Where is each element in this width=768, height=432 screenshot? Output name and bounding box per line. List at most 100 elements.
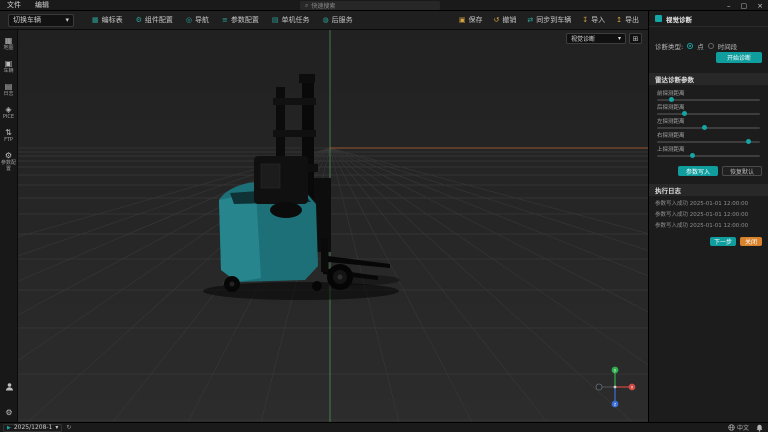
radio-timerange-label: 时间段: [718, 41, 738, 51]
start-diagnosis-button[interactable]: 开始诊断: [716, 52, 762, 63]
search-placeholder: 快速搜索: [311, 1, 335, 10]
log-entry: 参数写入成功 2025-01-01 12:00:00: [655, 199, 765, 207]
tab-cloud-service[interactable]: ◍后服务: [317, 13, 359, 27]
status-bar: ▶ 2025/1208-1 ▾ ↻ 中文: [0, 422, 768, 432]
left-sidebar: ▦地图 ▣车辆 ▤日志 ◈PICE ⇅FTP ⚙参数配置 ⚙: [0, 30, 18, 422]
slider-track[interactable]: [657, 113, 760, 115]
slider-handle[interactable]: [682, 111, 687, 116]
panel-header: 视觉诊断: [649, 11, 768, 27]
user-avatar-button[interactable]: [5, 382, 14, 391]
radio-timerange[interactable]: [708, 43, 714, 49]
close-panel-button[interactable]: 关闭: [740, 237, 762, 246]
slider-handle[interactable]: [690, 153, 695, 158]
refresh-button[interactable]: ↻: [66, 424, 71, 431]
language-label: 中文: [737, 423, 749, 432]
minimize-button[interactable]: –: [727, 2, 731, 10]
slider-right-distance: 右探测距离: [657, 131, 760, 144]
tab-navigation[interactable]: ◎导航: [180, 13, 215, 27]
sidebar-item-ftp[interactable]: ⇅FTP: [0, 128, 18, 144]
gear-icon: ⚙: [5, 408, 12, 417]
slider-track[interactable]: [657, 155, 760, 157]
undo-button[interactable]: ↺撤销: [489, 13, 522, 27]
save-button[interactable]: ▣保存: [454, 13, 488, 27]
sidebar-item-label: 参数配置: [0, 161, 18, 173]
chevron-down-icon: ▾: [618, 35, 621, 42]
slider-track[interactable]: [657, 127, 760, 129]
menu-file[interactable]: 文件: [0, 0, 28, 10]
import-button[interactable]: ↧导入: [577, 13, 610, 27]
log-entry: 参数写入成功 2025-01-01 12:00:00: [655, 210, 765, 218]
log-icon: ▤: [5, 82, 13, 91]
globe-icon: [728, 424, 735, 431]
restore-default-button[interactable]: 恢复默认: [722, 166, 762, 176]
slider-label: 上探测距离: [657, 145, 760, 153]
sidebar-item-params[interactable]: ⚙参数配置: [0, 151, 18, 173]
close-button[interactable]: ×: [757, 2, 763, 10]
sync-icon: ⇄: [527, 16, 533, 24]
slider-track[interactable]: [657, 99, 760, 101]
sidebar-item-pice[interactable]: ◈PICE: [0, 105, 18, 121]
viewport-mode-select[interactable]: 视觉诊断 ▾: [566, 33, 626, 44]
cloud-icon: ◍: [323, 16, 329, 24]
task-icon: ▤: [272, 16, 279, 24]
language-switcher[interactable]: 中文: [728, 423, 749, 432]
list-icon: ≡: [222, 16, 228, 24]
toolbar-actions: ▣保存 ↺撤销 ⇄同步到车辆 ↧导入 ↥导出: [454, 13, 644, 27]
vehicle-switch-select[interactable]: 切换车辆 ▾: [8, 14, 74, 27]
project-selector[interactable]: ▶ 2025/1208-1 ▾: [3, 424, 62, 432]
slider-label: 左探测距离: [657, 117, 760, 125]
radar-params-title: 雷达诊断参数: [655, 74, 694, 84]
export-button[interactable]: ↥导出: [611, 13, 644, 27]
notifications-button[interactable]: [756, 424, 763, 432]
grid-icon: ⊞: [633, 35, 639, 43]
slider-handle[interactable]: [746, 139, 751, 144]
sidebar-item-label: FTP: [4, 138, 13, 144]
sync-to-vehicle-button[interactable]: ⇄同步到车辆: [522, 13, 576, 27]
toolbar-tabs: ▦编标表 ⚙组件配置 ◎导航 ≡参数配置 ▤单机任务 ◍后服务: [86, 13, 359, 27]
top-menubar: 文件 编辑 ⌕ 快速搜索 – ▢ ×: [0, 0, 768, 11]
import-icon: ↧: [582, 16, 588, 24]
exec-log-section-header: 执行日志: [649, 184, 768, 196]
slider-handle[interactable]: [669, 97, 674, 102]
sidebar-item-label: 日志: [3, 92, 13, 98]
3d-viewport[interactable]: y x z 视觉诊断 ▾ ⊞: [18, 30, 648, 422]
app-window: 文件 编辑 ⌕ 快速搜索 – ▢ × 切换车辆 ▾ ▦编标表 ⚙组件配置 ◎导航…: [0, 0, 768, 432]
slider-label: 前探测距离: [657, 89, 760, 97]
vehicle-icon: ▣: [5, 59, 13, 68]
slider-rear-distance: 后探测距离: [657, 103, 760, 116]
maximize-button[interactable]: ▢: [741, 2, 748, 10]
slider-track[interactable]: [657, 141, 760, 143]
table-icon: ▦: [92, 16, 99, 24]
tab-label: 单机任务: [282, 15, 310, 25]
gear-icon: ⚙: [136, 16, 142, 24]
viewport-grid-button[interactable]: ⊞: [629, 33, 642, 44]
axis-gizmo[interactable]: y x z: [596, 367, 635, 408]
diagnosis-type-label: 诊断类型:: [655, 41, 683, 51]
save-icon: ▣: [459, 16, 466, 24]
slider-label: 后探测距离: [657, 103, 760, 111]
slider-left-distance: 左探测距离: [657, 117, 760, 130]
tab-label: 导航: [195, 15, 209, 25]
sidebar-item-log[interactable]: ▤日志: [0, 82, 18, 98]
tab-param-config[interactable]: ≡参数配置: [216, 13, 265, 27]
search-input[interactable]: ⌕ 快速搜索: [300, 1, 440, 10]
action-label: 撤销: [502, 15, 516, 25]
tab-standalone-task[interactable]: ▤单机任务: [266, 13, 316, 27]
write-params-button[interactable]: 参数写入: [678, 166, 718, 176]
sidebar-item-label: 地图: [3, 46, 13, 52]
diagnosis-type-row: 诊断类型: 点 时间段: [655, 41, 764, 51]
sidebar-item-map[interactable]: ▦地图: [0, 36, 18, 52]
tab-edit-table[interactable]: ▦编标表: [86, 13, 129, 27]
tab-label: 后服务: [332, 15, 353, 25]
menu-edit[interactable]: 编辑: [28, 0, 56, 10]
gear-icon: ⚙: [5, 151, 12, 160]
slider-handle[interactable]: [702, 125, 707, 130]
settings-button[interactable]: ⚙: [5, 400, 12, 419]
svg-text:z: z: [614, 402, 616, 407]
next-step-button[interactable]: 下一步: [710, 237, 736, 246]
window-controls: – ▢ ×: [727, 0, 763, 11]
sidebar-item-vehicle[interactable]: ▣车辆: [0, 59, 18, 75]
tab-component-config[interactable]: ⚙组件配置: [130, 13, 179, 27]
slider-label: 右探测距离: [657, 131, 760, 139]
radio-point[interactable]: [687, 43, 693, 49]
